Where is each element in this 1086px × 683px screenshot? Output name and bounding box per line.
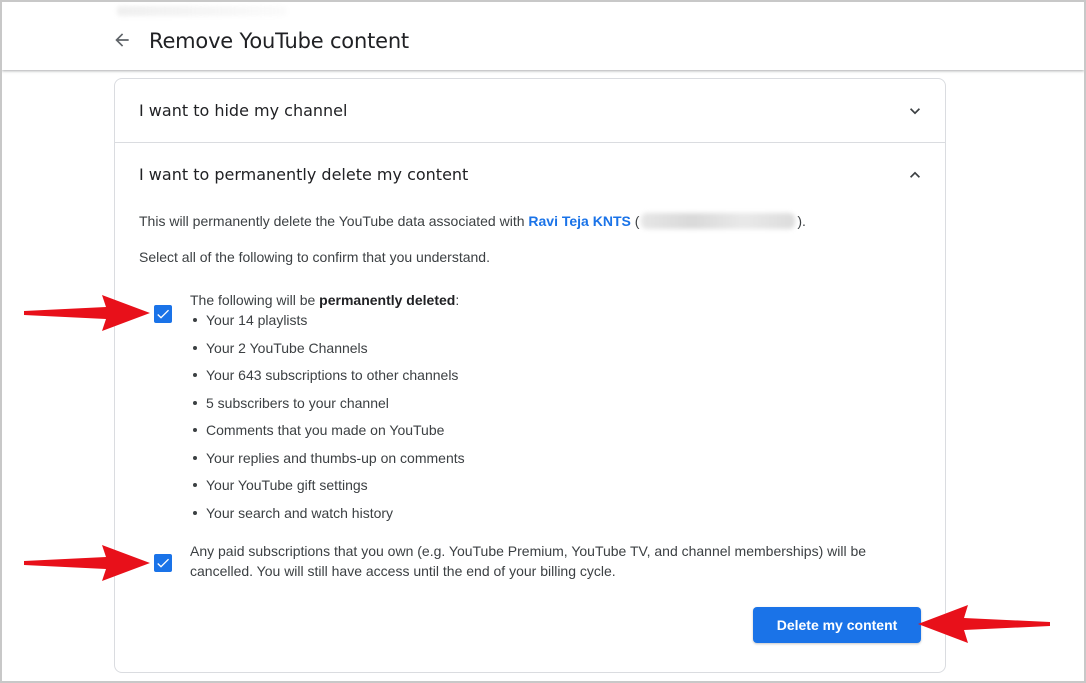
confirm-instruction: Select all of the following to confirm t… bbox=[139, 249, 490, 265]
list-item: Your 643 subscriptions to other channels bbox=[190, 366, 465, 394]
red-arrow-annotation bbox=[918, 605, 1050, 643]
chevron-up-icon bbox=[910, 171, 920, 178]
section-delete-content[interactable]: I want to permanently delete my content bbox=[115, 143, 945, 207]
delete-description: This will permanently delete the YouTube… bbox=[139, 213, 806, 229]
deleted-items-list: Your 14 playlists Your 2 YouTube Channel… bbox=[190, 311, 465, 531]
confirm-paid-subscriptions-checkbox[interactable] bbox=[154, 554, 172, 572]
intro-bold: permanently deleted bbox=[319, 292, 456, 308]
red-arrow-annotation bbox=[24, 545, 150, 581]
description-prefix: This will permanently delete the YouTube… bbox=[139, 213, 529, 229]
section-hide-channel[interactable]: I want to hide my channel bbox=[115, 79, 945, 143]
checkmark-icon bbox=[157, 558, 169, 568]
page-header: Remove YouTube content bbox=[2, 2, 1084, 70]
list-item: Comments that you made on YouTube bbox=[190, 421, 465, 449]
blurred-email bbox=[641, 213, 796, 229]
intro-suffix: : bbox=[455, 292, 460, 308]
section-delete-label: I want to permanently delete my content bbox=[139, 165, 469, 184]
deleted-items-intro: The following will be permanently delete… bbox=[190, 292, 459, 308]
screenshot-frame: Remove YouTube content I want to hide my… bbox=[0, 0, 1086, 683]
list-item: Your 2 YouTube Channels bbox=[190, 339, 465, 367]
intro-prefix: The following will be bbox=[190, 292, 320, 308]
chevron-down-icon bbox=[910, 108, 920, 115]
paid-subscriptions-text: Any paid subscriptions that you own (e.g… bbox=[190, 543, 867, 579]
red-arrow-annotation bbox=[24, 295, 150, 331]
blurred-header-text bbox=[117, 6, 287, 16]
confirm-deleted-items-checkbox[interactable] bbox=[154, 305, 172, 323]
section-hide-label: I want to hide my channel bbox=[139, 101, 348, 120]
list-item: 5 subscribers to your channel bbox=[190, 394, 465, 422]
list-item: Your YouTube gift settings bbox=[190, 476, 465, 504]
page-title: Remove YouTube content bbox=[149, 29, 409, 53]
checkmark-icon bbox=[157, 309, 169, 319]
list-item: Your 14 playlists bbox=[190, 311, 465, 339]
list-item: Your search and watch history bbox=[190, 504, 465, 532]
list-item: Your replies and thumbs-up on comments bbox=[190, 449, 465, 477]
back-button[interactable] bbox=[108, 26, 136, 54]
description-paren-open: ( bbox=[630, 213, 640, 229]
description-paren-close: ). bbox=[797, 213, 806, 229]
content-card: I want to hide my channel I want to perm… bbox=[114, 78, 946, 673]
delete-my-content-button[interactable]: Delete my content bbox=[753, 607, 921, 643]
arrow-back-icon bbox=[115, 33, 129, 47]
account-name-link[interactable]: Ravi Teja KNTS bbox=[528, 213, 630, 229]
